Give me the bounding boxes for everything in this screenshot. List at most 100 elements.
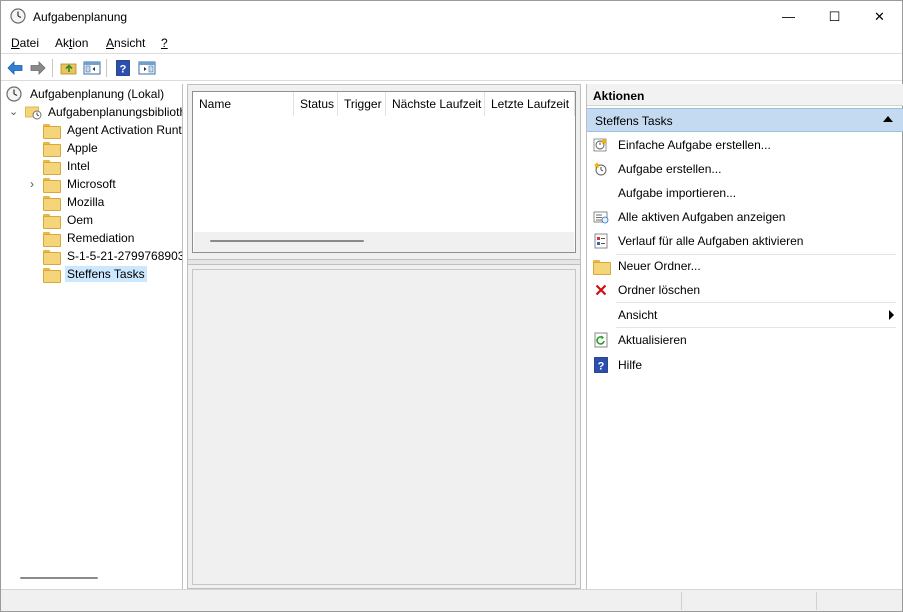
refresh-icon [593,332,609,348]
close-icon: ✕ [874,8,885,24]
status-separator [681,592,682,610]
tree-folder[interactable]: Intel [43,157,92,175]
tree-folder-label: S-1-5-21-2799768903- [67,249,183,263]
menu-bar: Datei Aktion Ansicht ? [1,32,902,54]
action-delete-folder[interactable]: Ordner löschen [587,279,903,301]
chevron-down-icon[interactable]: ⌄ [9,105,18,118]
minimize-button[interactable]: — [766,1,811,32]
menu-datei[interactable]: Datei [11,36,39,50]
collapse-caret-icon[interactable] [883,116,893,122]
chevron-right-icon[interactable]: › [30,177,34,191]
tree-folder[interactable]: Oem [43,211,95,229]
tree-library[interactable]: Aufgabenplanungsbibliothek [25,103,182,121]
pane-splitter[interactable] [188,259,580,265]
folder-icon [43,267,61,283]
title-bar[interactable]: Aufgabenplanung — ☐ ✕ [1,1,902,32]
menu-ansicht[interactable]: Ansicht [106,36,145,50]
tree-root[interactable]: Aufgabenplanung (Lokal) [6,85,166,103]
task-list-horizontal-scrollbar[interactable] [210,240,364,242]
action-new-folder[interactable]: Neuer Ordner... [587,255,903,277]
folder-icon [43,249,61,265]
tree-root-label: Aufgabenplanung (Lokal) [30,87,165,101]
forward-icon [30,61,46,75]
folder-icon [43,231,61,247]
tree-folder[interactable]: S-1-5-21-2799768903- [43,247,183,265]
action-label: Aufgabe importieren... [618,186,737,200]
actions-section-header[interactable]: Steffens Tasks [587,108,903,132]
menu-help[interactable]: ? [161,36,168,50]
tree-folder-label: Microsoft [67,177,116,191]
column-header-next-run[interactable]: Nächste Laufzeit [386,92,485,116]
help-button[interactable]: ? [113,58,133,78]
tree-folder[interactable]: Apple [43,139,100,157]
clock-icon [10,8,26,24]
action-view[interactable]: Ansicht [587,304,903,326]
column-header-status[interactable]: Status [294,92,338,116]
action-label: Verlauf für alle Aufgaben aktivieren [618,234,804,248]
window-title: Aufgabenplanung [33,10,128,24]
help-icon: ? [593,357,609,373]
toolbar: ? [1,55,902,81]
status-separator [816,592,817,610]
forward-button[interactable] [28,58,48,78]
show-hide-action-pane-button[interactable] [137,58,157,78]
back-button[interactable] [5,58,25,78]
svg-text:?: ? [598,361,605,373]
create-task-icon [593,161,609,177]
column-header-trigger[interactable]: Trigger [338,92,386,116]
toolbar-separator [52,59,53,77]
status-bar [1,589,902,611]
tree-folder-label: Apple [67,141,98,155]
tree-folder-label: Oem [67,213,94,227]
up-folder-button[interactable] [59,58,79,78]
tree-folder-label: Steffens Tasks [65,266,147,282]
column-header-name[interactable]: Name [193,92,294,116]
action-label: Hilfe [618,358,643,372]
maximize-button[interactable]: ☐ [812,1,857,32]
console-tree: Aufgabenplanung (Lokal) ⌄ Aufgabenplanun… [2,84,183,589]
action-import-task[interactable]: Aufgabe importieren... [587,182,903,204]
minimize-icon: — [782,9,795,24]
show-hide-action-pane-icon [138,61,156,75]
tree-folder[interactable]: Microsoft [43,175,118,193]
action-enable-history[interactable]: Verlauf für alle Aufgaben aktivieren [587,230,903,252]
folder-icon [43,123,61,139]
action-help[interactable]: ? Hilfe [587,354,903,376]
tree-folder[interactable]: Remediation [43,229,136,247]
actions-header: Aktionen [587,84,903,106]
tree-folder-selected[interactable]: Steffens Tasks [43,265,147,283]
maximize-icon: ☐ [828,8,841,24]
up-folder-icon [60,63,77,75]
running-tasks-icon [593,209,609,225]
create-basic-task-icon [593,137,609,153]
library-folder-icon [25,106,42,120]
tree-folder[interactable]: Mozilla [43,193,106,211]
action-label: Einfache Aufgabe erstellen... [618,138,771,152]
action-label: Ordner löschen [618,283,701,297]
task-list-scrollbar-track [194,232,574,252]
tree-folder-label: Agent Activation Runtime [67,123,182,137]
action-refresh[interactable]: Aktualisieren [587,329,903,351]
action-label: Alle aktiven Aufgaben anzeigen [618,210,786,224]
tree-folder[interactable]: Agent Activation Runtime [43,121,182,139]
action-label: Neuer Ordner... [618,259,701,273]
folder-icon [43,213,61,229]
action-label: Ansicht [618,308,658,322]
action-create-task[interactable]: Aufgabe erstellen... [587,158,903,180]
action-label: Aktualisieren [618,333,687,347]
history-icon [593,233,609,249]
menu-aktion[interactable]: Aktion [55,36,88,50]
folder-icon [43,141,61,157]
action-show-running-tasks[interactable]: Alle aktiven Aufgaben anzeigen [587,206,903,228]
column-header-last-run[interactable]: Letzte Laufzeit [485,92,575,116]
tree-folder-label: Mozilla [67,195,105,209]
action-create-basic-task[interactable]: Einfache Aufgabe erstellen... [587,134,903,156]
task-scheduler-window: Aufgabenplanung — ☐ ✕ Datei Aktion Ansic… [0,0,903,612]
show-hide-tree-icon [83,61,101,75]
actions-pane: Aktionen Steffens Tasks Einfache Aufgabe… [586,84,903,589]
tree-horizontal-scrollbar[interactable] [20,577,98,579]
show-hide-tree-button[interactable] [82,58,102,78]
close-button[interactable]: ✕ [857,1,902,32]
action-label: Aufgabe erstellen... [618,162,722,176]
clock-icon [6,86,22,102]
